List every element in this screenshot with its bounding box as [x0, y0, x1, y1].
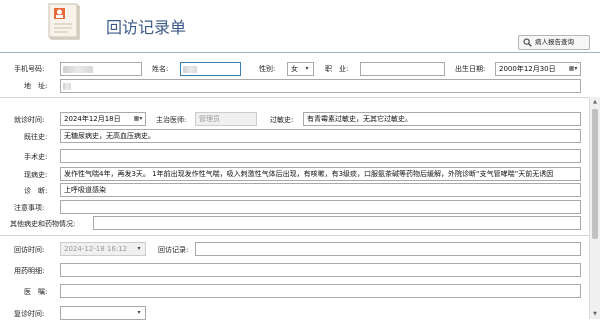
calendar-icon: ▦▾: [568, 65, 578, 72]
address-field[interactable]: [60, 79, 581, 93]
doctor-label: 主治医师:: [156, 116, 187, 124]
past-history-field[interactable]: 无糖尿病史，无高血压病史。: [60, 129, 581, 143]
doctor-field: 管理员: [195, 112, 257, 126]
surgery-history-label: 手术史:: [24, 153, 48, 161]
other-history-label: 其他病史和药物情况:: [10, 220, 76, 228]
page-title: 回访记录单: [106, 18, 187, 37]
diagnosis-label: 诊 断:: [24, 187, 48, 195]
diagnosis-value: 上呼吸道感染: [64, 186, 106, 194]
gender-select[interactable]: 女 ▾: [287, 62, 314, 76]
report-query-button[interactable]: 病人报告查询: [518, 35, 590, 50]
occupation-field[interactable]: [360, 62, 445, 76]
name-field[interactable]: [180, 62, 241, 76]
medication-field[interactable]: [60, 263, 581, 277]
visit-date-picker[interactable]: 2024年12月18日 ▦▾: [60, 112, 146, 126]
diagnosis-field[interactable]: 上呼吸道感染: [60, 183, 581, 197]
notes-label: 注意事项:: [14, 204, 45, 212]
phone-field[interactable]: [60, 62, 142, 76]
search-icon: [523, 38, 532, 52]
phone-label: 手机号码:: [14, 65, 45, 73]
calendar-icon: ▦▾: [133, 115, 143, 122]
scroll-thumb[interactable]: [592, 109, 598, 239]
revisit-date-picker[interactable]: ▾: [60, 306, 146, 320]
followup-time-label: 回访时间:: [14, 246, 45, 254]
document-icon: [48, 3, 84, 41]
other-history-field[interactable]: [93, 216, 581, 230]
chevron-down-icon: ▾: [137, 245, 141, 252]
revisit-time-label: 复诊时间:: [14, 310, 45, 318]
scroll-down-icon[interactable]: ▼: [590, 309, 600, 319]
present-illness-value: 发作性气喘4年，再发3天。 1年前出现发作性气喘，吸入刺激性气体后出现，有咳嗽，…: [64, 170, 554, 178]
followup-record-field[interactable]: [195, 242, 581, 256]
birth-value: 2000年12月30日: [499, 65, 556, 73]
chevron-down-icon: ▾: [305, 65, 309, 72]
birth-date-picker[interactable]: 2000年12月30日 ▦▾: [495, 62, 581, 76]
gender-value: 女: [291, 65, 298, 73]
gender-label: 性别:: [259, 65, 276, 73]
allergy-value: 有青霉素过敏史，无其它过敏史。: [307, 115, 412, 123]
scroll-up-icon[interactable]: ▲: [590, 97, 600, 107]
past-history-label: 既往史:: [24, 133, 48, 141]
advice-field[interactable]: [60, 284, 581, 298]
birth-label: 出生日期:: [455, 65, 486, 73]
visit-time-label: 就诊时间:: [14, 116, 45, 124]
surgery-history-field[interactable]: [60, 149, 581, 163]
report-query-label: 病人报告查询: [535, 38, 574, 46]
chevron-down-icon: ▾: [137, 309, 141, 316]
doctor-value: 管理员: [199, 115, 220, 123]
medication-label: 用药明细:: [14, 267, 45, 275]
present-illness-field[interactable]: 发作性气喘4年，再发3天。 1年前出现发作性气喘，吸入刺激性气体后出现，有咳嗽，…: [60, 167, 581, 181]
occupation-label: 职 业:: [325, 65, 349, 73]
name-label: 姓名:: [152, 65, 169, 73]
past-history-value: 无糖尿病史，无高血压病史。: [64, 132, 155, 140]
vertical-scrollbar[interactable]: ▲ ▼: [589, 97, 600, 319]
address-label: 地 址:: [24, 82, 48, 90]
advice-label: 医 嘱:: [24, 288, 48, 296]
masked-phone: [63, 66, 93, 73]
allergy-field[interactable]: 有青霉素过敏史，无其它过敏史。: [303, 112, 581, 126]
masked-address: [63, 83, 71, 90]
visit-time-value: 2024年12月18日: [64, 115, 121, 123]
present-illness-label: 现病史:: [24, 171, 48, 179]
notes-field[interactable]: [60, 200, 581, 214]
followup-time-picker: 2024-12-18 16:12 ▾: [60, 242, 146, 256]
masked-name: [183, 66, 197, 73]
followup-time-value: 2024-12-18 16:12: [64, 245, 128, 253]
followup-record-label: 回访记录:: [158, 246, 189, 254]
allergy-label: 过敏史:: [270, 116, 294, 124]
